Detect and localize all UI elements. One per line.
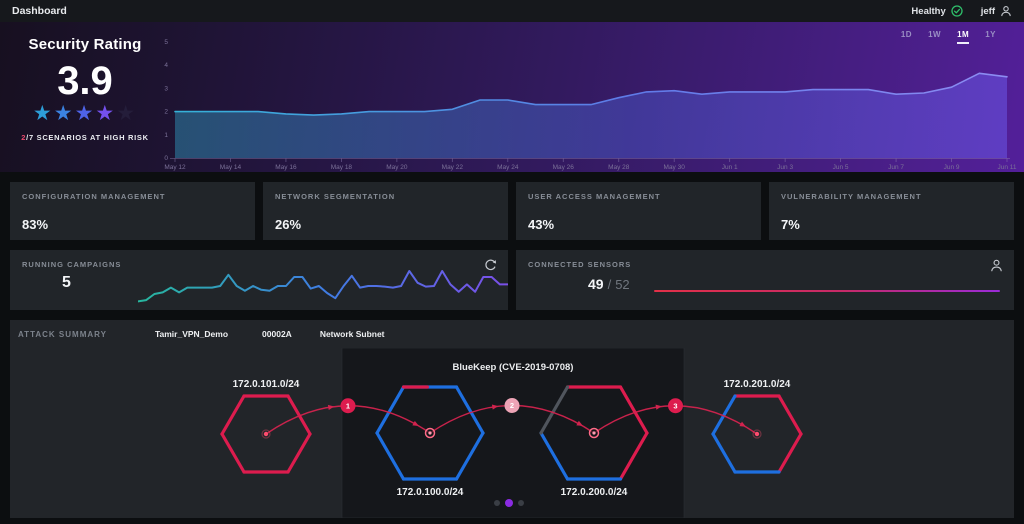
star-icon: ★ bbox=[95, 102, 117, 125]
metric-card-vulnerability-management[interactable]: VULNERABILITY MANAGEMENT 7% bbox=[769, 182, 1014, 240]
svg-text:2: 2 bbox=[510, 401, 514, 410]
metric-label: NETWORK SEGMENTATION bbox=[275, 192, 396, 201]
health-check-icon bbox=[951, 5, 963, 17]
timeframe-1m[interactable]: 1M bbox=[957, 30, 970, 44]
metric-value: 83% bbox=[22, 217, 49, 232]
svg-text:Jun 3: Jun 3 bbox=[777, 164, 793, 171]
connected-sensors-label: CONNECTED SENSORS bbox=[528, 260, 632, 269]
star-icon: ★ bbox=[32, 102, 54, 125]
running-campaigns-card[interactable]: RUNNING CAMPAIGNS 5 bbox=[10, 250, 508, 310]
metric-cards-row: CONFIGURATION MANAGEMENT 83% NETWORK SEG… bbox=[10, 182, 1014, 240]
svg-text:Jun 9: Jun 9 bbox=[944, 164, 960, 171]
health-status[interactable]: Healthy bbox=[911, 5, 963, 17]
timeframe-1w[interactable]: 1W bbox=[928, 30, 941, 44]
star-rating: ★★★★★ bbox=[0, 103, 170, 124]
metric-label: CONFIGURATION MANAGEMENT bbox=[22, 192, 166, 201]
attack-map-chart: BlueKeep (CVE-2019-0708) 172.0.101.0/24 17… bbox=[220, 348, 803, 518]
metric-value: 26% bbox=[275, 217, 302, 232]
security-rating-title: Security Rating bbox=[28, 36, 142, 53]
star-icon: ★ bbox=[53, 102, 75, 125]
node-label: 172.0.101.0/24 bbox=[233, 379, 300, 390]
security-rating-hero: 0 1 2 3 4 5 May 12 May 14 May 16 May 18 May 20 May … bbox=[0, 22, 1024, 172]
timeframe-1d[interactable]: 1D bbox=[901, 30, 912, 44]
pagination-dot-2[interactable] bbox=[505, 499, 513, 507]
sensors-user-icon[interactable] bbox=[989, 258, 1004, 273]
svg-text:3: 3 bbox=[673, 401, 677, 410]
timeframe-selector: 1D 1W 1M 1Y bbox=[901, 30, 996, 44]
svg-text:1: 1 bbox=[346, 401, 350, 410]
risk-scenarios-text: 2/7 SCENARIOS AT HIGH RISK bbox=[0, 133, 170, 142]
attack-node-172.0.201.0/24[interactable]: 172.0.201.0/24 bbox=[711, 379, 803, 474]
svg-text:Jun 11: Jun 11 bbox=[997, 164, 1016, 171]
svg-text:May 28: May 28 bbox=[608, 164, 630, 171]
risk-label: /7 SCENARIOS AT HIGH RISK bbox=[26, 133, 149, 142]
topbar-right: Healthy jeff bbox=[911, 5, 1012, 17]
pagination-dots bbox=[494, 499, 524, 507]
star-icon: ★ bbox=[116, 102, 138, 125]
sensors-gradient-line bbox=[654, 290, 1000, 292]
sensors-count: 49 / 52 bbox=[588, 276, 630, 292]
svg-text:May 14: May 14 bbox=[220, 164, 242, 171]
dashboard-app: Dashboard Healthy jeff 0 1 2 3 4 5 May 12 May 1… bbox=[0, 0, 1024, 524]
node-label: 172.0.201.0/24 bbox=[724, 379, 791, 390]
metric-label: USER ACCESS MANAGEMENT bbox=[528, 192, 661, 201]
svg-text:May 22: May 22 bbox=[442, 164, 464, 171]
svg-text:May 18: May 18 bbox=[331, 164, 353, 171]
user-icon bbox=[1001, 6, 1011, 17]
status-row: RUNNING CAMPAIGNS 5 CONNECTED SENSORS 49… bbox=[10, 250, 1014, 310]
attack-visualization: BlueKeep (CVE-2019-0708) 172.0.101.0/24 17… bbox=[10, 348, 1014, 518]
metric-card-configuration-management[interactable]: CONFIGURATION MANAGEMENT 83% bbox=[10, 182, 255, 240]
running-campaigns-count: 5 bbox=[62, 274, 71, 291]
page-title: Dashboard bbox=[12, 5, 67, 17]
sensors-connected: 49 bbox=[588, 276, 604, 292]
health-status-label: Healthy bbox=[911, 5, 946, 17]
attack-summary-header: ATTACK SUMMARY Tamir_VPN_Demo 00002A Net… bbox=[10, 320, 1014, 348]
pagination-dot-1[interactable] bbox=[494, 500, 500, 506]
scenario-type: Network Subnet bbox=[319, 329, 385, 339]
campaign-id: 00002A bbox=[262, 329, 292, 339]
svg-text:May 30: May 30 bbox=[664, 164, 686, 171]
user-name: jeff bbox=[980, 5, 995, 17]
node-label: 172.0.100.0/24 bbox=[397, 487, 464, 498]
user-menu[interactable]: jeff bbox=[981, 5, 1012, 17]
attack-node-172.0.101.0/24[interactable]: 172.0.101.0/24 bbox=[220, 379, 312, 474]
pagination-dot-3[interactable] bbox=[518, 500, 524, 506]
connected-sensors-card[interactable]: CONNECTED SENSORS 49 / 52 bbox=[516, 250, 1014, 310]
node-label: 172.0.200.0/24 bbox=[561, 487, 628, 498]
sensors-separator: / bbox=[607, 277, 612, 292]
star-icon: ★ bbox=[74, 102, 96, 125]
security-score: 3.9 bbox=[57, 59, 113, 103]
svg-text:May 16: May 16 bbox=[275, 164, 297, 171]
sensors-total: 52 bbox=[615, 277, 630, 292]
exploit-title: BlueKeep (CVE-2019-0708) bbox=[453, 362, 574, 373]
svg-text:Jun 1: Jun 1 bbox=[722, 164, 738, 171]
svg-text:May 26: May 26 bbox=[553, 164, 575, 171]
top-bar: Dashboard Healthy jeff bbox=[0, 0, 1024, 22]
timeframe-1y[interactable]: 1Y bbox=[985, 30, 996, 44]
attack-summary-label: ATTACK SUMMARY bbox=[18, 329, 107, 339]
svg-text:May 24: May 24 bbox=[497, 164, 519, 171]
attack-summary-panel: ATTACK SUMMARY Tamir_VPN_Demo 00002A Net… bbox=[10, 320, 1014, 518]
metric-value: 7% bbox=[781, 217, 800, 232]
svg-text:Jun 7: Jun 7 bbox=[888, 164, 904, 171]
metric-card-user-access-management[interactable]: USER ACCESS MANAGEMENT 43% bbox=[516, 182, 761, 240]
metric-label: VULNERABILITY MANAGEMENT bbox=[781, 192, 922, 201]
campaigns-sparkline-chart bbox=[138, 270, 508, 303]
metric-card-network-segmentation[interactable]: NETWORK SEGMENTATION 26% bbox=[263, 182, 508, 240]
campaign-name[interactable]: Tamir_VPN_Demo bbox=[155, 329, 228, 339]
svg-text:Jun 5: Jun 5 bbox=[833, 164, 849, 171]
svg-text:May 20: May 20 bbox=[386, 164, 408, 171]
security-rating-panel: Security Rating 3.9 ★★★★★ 2/7 SCENARIOS … bbox=[0, 22, 170, 172]
running-campaigns-label: RUNNING CAMPAIGNS bbox=[22, 260, 122, 269]
metric-value: 43% bbox=[528, 217, 555, 232]
